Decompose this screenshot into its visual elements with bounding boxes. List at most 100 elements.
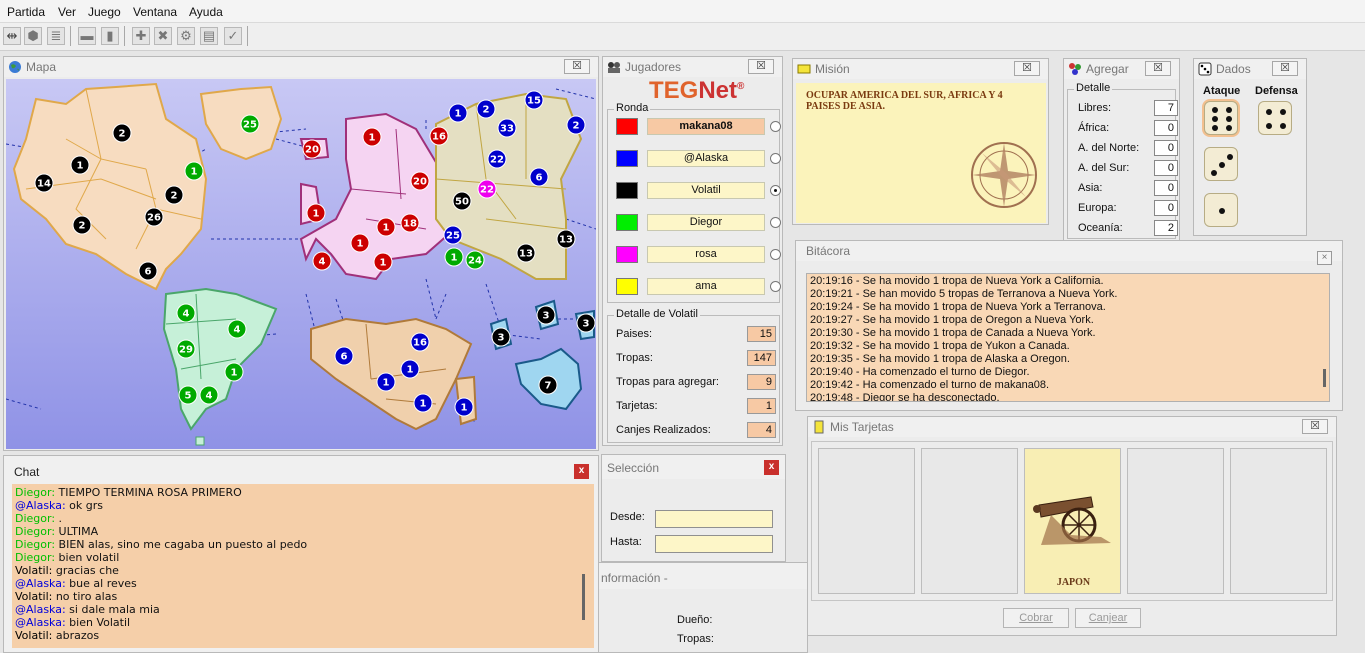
log-close-button[interactable]: ×	[1317, 251, 1332, 265]
army-marker[interactable]: 4	[312, 251, 332, 271]
army-marker[interactable]: 4	[199, 385, 219, 405]
army-marker[interactable]: 6	[334, 346, 354, 366]
army-marker[interactable]: 50	[452, 191, 472, 211]
chat-close-button[interactable]: x	[574, 464, 589, 479]
agregar-row: Oceanía: 2	[1078, 220, 1178, 236]
connect-icon[interactable]: ⇹	[3, 27, 21, 45]
army-marker[interactable]: 3	[576, 313, 596, 333]
army-marker[interactable]: 1	[306, 203, 326, 223]
desde-field[interactable]	[655, 510, 773, 528]
add-close-button[interactable]: ☒	[1145, 61, 1171, 76]
army-marker[interactable]: 14	[34, 173, 54, 193]
army-marker[interactable]: 20	[302, 139, 322, 159]
menu-ventana[interactable]: Ventana	[133, 5, 177, 19]
army-marker[interactable]: 25	[240, 114, 260, 134]
army-marker[interactable]: 6	[529, 167, 549, 187]
army-marker[interactable]: 1	[448, 103, 468, 123]
army-marker[interactable]: 7	[538, 375, 558, 395]
add-icon[interactable]: ✚	[132, 27, 150, 45]
card-icon[interactable]: ▤	[200, 27, 218, 45]
player-color-swatch	[616, 182, 638, 199]
card-slot-empty[interactable]	[1230, 448, 1327, 594]
army-marker[interactable]: 4	[176, 303, 196, 323]
army-marker[interactable]: 26	[144, 207, 164, 227]
army-marker[interactable]: 29	[176, 339, 196, 359]
mission-close-button[interactable]: ☒	[1014, 61, 1040, 76]
menu-partida[interactable]: Partida	[7, 5, 45, 19]
card-slot-empty[interactable]	[818, 448, 915, 594]
chat-message: @Alaska: bien Volatil	[15, 616, 591, 629]
chat-scrollbar[interactable]	[582, 574, 585, 620]
army-marker[interactable]: 33	[497, 118, 517, 138]
army-marker[interactable]: 1	[373, 252, 393, 272]
player-radio[interactable]	[770, 121, 781, 132]
army-marker[interactable]: 2	[72, 215, 92, 235]
canjear-button[interactable]: Canjear	[1075, 608, 1141, 628]
army-marker[interactable]: 20	[410, 171, 430, 191]
army-marker[interactable]: 13	[516, 243, 536, 263]
player-radio[interactable]	[770, 153, 781, 164]
menu-juego[interactable]: Juego	[88, 5, 121, 19]
players-close-button[interactable]: ☒	[748, 59, 774, 74]
attack-die	[1204, 147, 1238, 181]
army-marker[interactable]: 4	[227, 319, 247, 339]
selection-close-button[interactable]: x	[764, 460, 779, 475]
player-radio[interactable]	[770, 281, 781, 292]
army-marker[interactable]: 16	[429, 126, 449, 146]
logo-reg: ®	[737, 81, 745, 92]
army-marker[interactable]: 6	[138, 261, 158, 281]
army-marker[interactable]: 22	[487, 149, 507, 169]
army-marker[interactable]: 1	[376, 372, 396, 392]
cobrar-button[interactable]: Cobrar	[1003, 608, 1069, 628]
menu-ayuda[interactable]: Ayuda	[189, 5, 223, 19]
army-marker[interactable]: 1	[224, 362, 244, 382]
army-marker[interactable]: 16	[410, 332, 430, 352]
army-marker[interactable]: 1	[376, 217, 396, 237]
army-marker[interactable]: 2	[112, 123, 132, 143]
army-marker[interactable]: 2	[476, 99, 496, 119]
card-slot-empty[interactable]	[921, 448, 1018, 594]
regroup-icon[interactable]: ⚙	[177, 27, 195, 45]
player-radio[interactable]	[770, 249, 781, 260]
map-close-button[interactable]: ☒	[564, 59, 590, 74]
stop-icon[interactable]: ▮	[101, 27, 119, 45]
list-icon[interactable]: ≣	[47, 27, 65, 45]
detalle-value: 9	[747, 374, 776, 390]
army-marker[interactable]: 1	[413, 393, 433, 413]
army-marker[interactable]: 2	[164, 185, 184, 205]
army-marker[interactable]: 13	[556, 229, 576, 249]
player-radio[interactable]	[770, 217, 781, 228]
army-marker[interactable]: 1	[184, 161, 204, 181]
card-japon[interactable]: JAPON	[1024, 448, 1121, 594]
cards-close-button[interactable]: ☒	[1302, 419, 1328, 434]
army-marker[interactable]: 3	[491, 327, 511, 347]
army-marker[interactable]: 1	[444, 247, 464, 267]
player-name: ama	[647, 278, 765, 295]
army-marker[interactable]: 24	[465, 250, 485, 270]
world-map[interactable]: 2114226262125201120118141161233152226225…	[6, 79, 596, 449]
army-marker[interactable]: 1	[400, 359, 420, 379]
army-marker[interactable]: 5	[178, 385, 198, 405]
army-marker[interactable]: 1	[454, 397, 474, 417]
army-marker[interactable]: 1	[70, 155, 90, 175]
end-turn-icon[interactable]: ✓	[224, 27, 242, 45]
hasta-field[interactable]	[655, 535, 773, 553]
army-count: 3	[583, 319, 590, 330]
menu-ver[interactable]: Ver	[58, 5, 76, 19]
start-icon[interactable]: ▬	[78, 27, 96, 45]
army-marker[interactable]: 3	[536, 305, 556, 325]
army-marker[interactable]: 18	[400, 213, 420, 233]
army-marker[interactable]: 15	[524, 90, 544, 110]
attack-icon[interactable]: ✖	[154, 27, 172, 45]
dice-close-button[interactable]: ☒	[1272, 61, 1298, 76]
army-marker[interactable]: 1	[350, 233, 370, 253]
army-marker[interactable]: 2	[566, 115, 586, 135]
card-slot-empty[interactable]	[1127, 448, 1224, 594]
disconnect-icon[interactable]: ⬢	[24, 27, 42, 45]
army-marker[interactable]: 1	[362, 127, 382, 147]
die-pip	[1212, 125, 1218, 131]
player-radio[interactable]	[770, 185, 781, 196]
log-scrollbar[interactable]	[1323, 369, 1326, 387]
army-marker[interactable]: 22	[477, 179, 497, 199]
army-marker[interactable]: 25	[443, 225, 463, 245]
